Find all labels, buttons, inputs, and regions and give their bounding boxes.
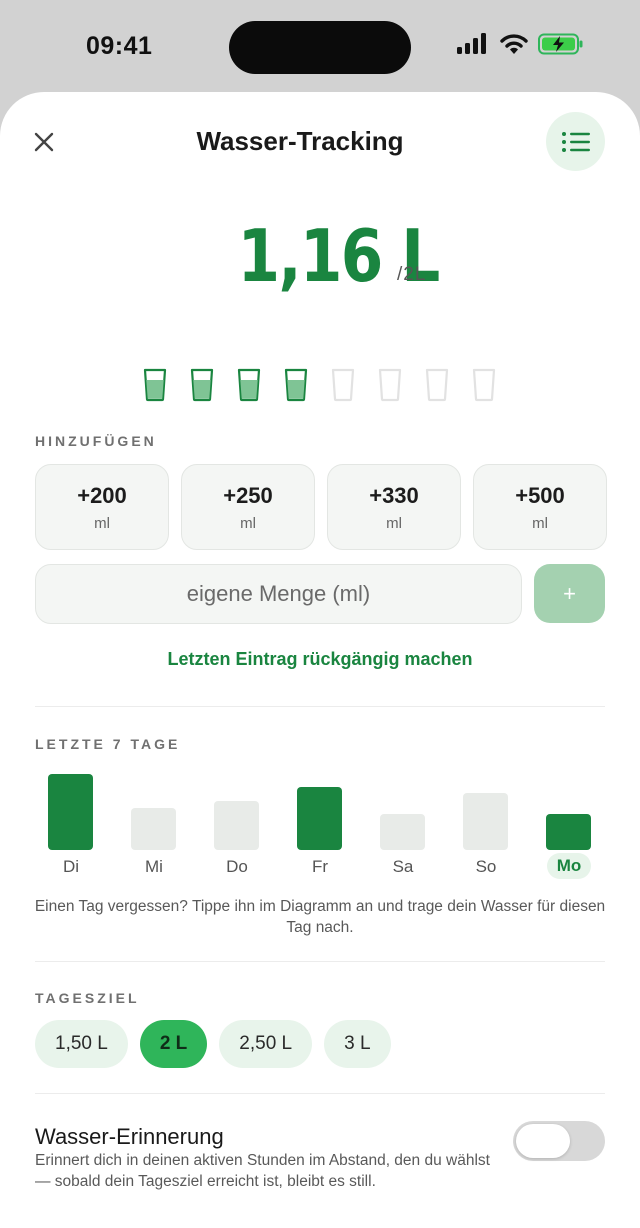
divider — [35, 706, 605, 707]
custom-amount-input[interactable] — [35, 564, 522, 624]
daily-goal-options: 1,50 L2 L 2,50 L3 L — [35, 1020, 391, 1068]
water-tracking-sheet: Wasser-Tracking 1,16 L /2L HINZUFÜGEN +2… — [0, 92, 640, 1228]
chart-day-label-sa[interactable]: Sa — [373, 857, 433, 877]
chart-day-label-di[interactable]: Di — [41, 857, 101, 877]
wifi-icon — [500, 34, 528, 54]
chart-day-label-fr[interactable]: Fr — [290, 857, 350, 877]
goal-option[interactable]: 2 L — [139, 1020, 208, 1068]
chart-bar-sa[interactable] — [380, 814, 425, 850]
add-330-button[interactable]: +330 ml — [327, 464, 461, 550]
add-amount: +200 — [77, 482, 127, 508]
add-amount: +330 — [369, 482, 419, 508]
glass-filled-icon — [237, 368, 261, 402]
undo-last-entry-link[interactable]: Letzten Eintrag rückgängig machen — [0, 649, 640, 670]
chart-bar-so[interactable] — [463, 793, 508, 850]
intake-goal: /2L — [397, 264, 427, 285]
glass-empty-icon — [425, 368, 449, 402]
add-unit: ml — [532, 514, 548, 532]
history-list-button[interactable] — [546, 112, 605, 171]
chart-day-label-do[interactable]: Do — [207, 857, 267, 877]
history-hint: Einen Tag vergessen? Tippe ihn im Diagra… — [34, 898, 606, 936]
chart-bar-fr[interactable] — [297, 787, 342, 850]
list-icon — [561, 131, 590, 152]
add-unit: ml — [240, 514, 256, 532]
glass-empty-icon — [331, 368, 355, 402]
battery-charging-icon — [538, 33, 583, 55]
toggle-knob — [516, 1124, 570, 1158]
chart-day-label-mi[interactable]: Mi — [124, 857, 184, 877]
page-title: Wasser-Tracking — [196, 126, 404, 156]
divider — [35, 1093, 605, 1094]
signal-icon — [457, 33, 486, 54]
status-icons — [456, 33, 584, 55]
add-amount: +500 — [515, 482, 565, 508]
add-200-button[interactable]: +200 ml — [35, 464, 169, 550]
glass-empty-icon — [378, 368, 402, 402]
daily-goal-label: TAGESZIEL — [35, 990, 140, 1006]
chart-bar-di[interactable] — [48, 774, 93, 850]
divider — [35, 961, 605, 962]
add-unit: ml — [386, 514, 402, 532]
goal-option[interactable]: 2,50 L — [219, 1020, 313, 1068]
chart-day-label-so[interactable]: So — [456, 857, 516, 877]
glass-empty-icon — [472, 368, 496, 402]
goal-option[interactable]: 3 L — [324, 1020, 391, 1068]
add-unit: ml — [94, 514, 110, 532]
glass-filled-icon — [143, 368, 167, 402]
chart-bar-do[interactable] — [214, 801, 259, 850]
weekly-intake-chart[interactable]: Di Mi Do Fr Sa So Mo — [0, 764, 640, 884]
chart-bar-mo[interactable] — [546, 814, 591, 850]
reminder-description: Erinnert dich in deinen aktiven Stunden … — [35, 1152, 490, 1190]
quick-add-row: +200 ml +250 ml +330 ml +500 ml — [35, 464, 607, 550]
add-500-button[interactable]: +500 ml — [473, 464, 607, 550]
add-250-button[interactable]: +250 ml — [181, 464, 315, 550]
dynamic-island — [229, 21, 411, 74]
glass-progress — [143, 368, 496, 402]
add-amount: +250 — [223, 482, 273, 508]
status-time: 09:41 — [86, 32, 153, 60]
chart-bar-mi[interactable] — [131, 808, 176, 850]
history-section-label: LETZTE 7 TAGE — [35, 736, 181, 752]
status-bar: 09:41 — [0, 0, 640, 92]
chart-bars — [0, 764, 640, 850]
add-section-label: HINZUFÜGEN — [35, 433, 157, 449]
reminder-title: Wasser-Erinnerung — [35, 1124, 224, 1149]
glass-filled-icon — [284, 368, 308, 402]
intake-display: 1,16 L /2L — [0, 214, 640, 298]
glass-filled-icon — [190, 368, 214, 402]
custom-add-button[interactable]: + — [534, 564, 605, 623]
reminder-toggle[interactable] — [513, 1121, 605, 1161]
goal-option[interactable]: 1,50 L — [35, 1020, 128, 1068]
chart-day-label-mo[interactable]: Mo — [547, 853, 591, 879]
